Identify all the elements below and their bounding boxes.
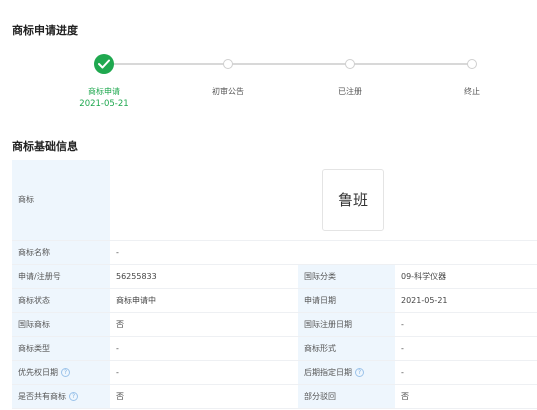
field-label: 是否共有商标 [18, 391, 66, 401]
field-value: 2021-05-21 [395, 288, 537, 313]
help-icon[interactable]: ? [69, 391, 78, 401]
field-label: 商标状态 [12, 288, 110, 313]
field-label-with-help: 后期指定日期? [298, 360, 395, 385]
field-value: 否 [110, 312, 298, 337]
field-label: 部分驳回 [298, 384, 395, 409]
field-value: 否 [395, 384, 537, 409]
field-label: 商标形式 [298, 336, 395, 361]
step-node-pending [223, 59, 233, 69]
progress-track-segment [228, 63, 350, 65]
field-value: 商标申请中 [110, 288, 298, 313]
field-label: 申请/注册号 [12, 264, 110, 289]
field-label: 申请日期 [298, 288, 395, 313]
field-label: 国际商标 [12, 312, 110, 337]
field-label: 国际注册日期 [298, 312, 395, 337]
help-icon[interactable]: ? [355, 367, 364, 377]
progress-track-segment [104, 63, 228, 65]
trademark-info-table: 商标 鲁班 商标名称 - 申请/注册号 56255833 国际分类 09-科学仪… [12, 160, 537, 409]
field-value: 56255833 [110, 264, 298, 289]
field-value: - [110, 336, 298, 361]
progress-section-title: 商标申请进度 [12, 24, 78, 37]
step-node-done [94, 54, 114, 74]
table-row: 商标状态 商标申请中 申请日期 2021-05-21 [12, 288, 537, 313]
table-row: 商标 鲁班 [12, 160, 537, 241]
table-row: 是否共有商标? 否 部分驳回 否 [12, 384, 537, 409]
trademark-name-value: - [110, 240, 537, 265]
step-label: 终止 [464, 87, 480, 96]
step-label: 初审公告 [212, 87, 244, 96]
field-label: 后期指定日期 [304, 367, 352, 377]
field-value: - [395, 360, 537, 385]
field-label: 国际分类 [298, 264, 395, 289]
field-label-with-help: 优先权日期? [12, 360, 110, 385]
help-icon[interactable]: ? [61, 367, 70, 377]
trademark-name-label: 商标名称 [12, 240, 110, 265]
step-node-pending [467, 59, 477, 69]
trademark-image-cell: 鲁班 [110, 160, 537, 241]
table-row: 优先权日期? - 后期指定日期? - [12, 360, 537, 385]
field-label-with-help: 是否共有商标? [12, 384, 110, 409]
step-date: 2021-05-21 [79, 99, 129, 109]
step-label: 已注册 [338, 87, 362, 96]
field-value: - [395, 312, 537, 337]
trademark-image-text: 鲁班 [337, 191, 368, 210]
check-icon [98, 59, 110, 69]
table-row: 商标类型 - 商标形式 - [12, 336, 537, 361]
field-value: - [110, 360, 298, 385]
table-row: 申请/注册号 56255833 国际分类 09-科学仪器 [12, 264, 537, 289]
progress-stepper: 商标申请 2021-05-21 初审公告 已注册 终止 [0, 50, 537, 110]
step-label: 商标申请 [88, 87, 120, 96]
field-label: 商标类型 [12, 336, 110, 361]
progress-track-segment [350, 63, 472, 65]
table-row: 国际商标 否 国际注册日期 - [12, 312, 537, 337]
field-value: 09-科学仪器 [395, 264, 537, 289]
table-row: 商标名称 - [12, 240, 537, 265]
field-value: 否 [110, 384, 298, 409]
step-node-pending [345, 59, 355, 69]
field-label: 优先权日期 [18, 367, 58, 377]
info-section-title: 商标基础信息 [12, 140, 78, 153]
trademark-label: 商标 [12, 160, 110, 241]
field-value: - [395, 336, 537, 361]
trademark-image[interactable]: 鲁班 [322, 168, 384, 231]
